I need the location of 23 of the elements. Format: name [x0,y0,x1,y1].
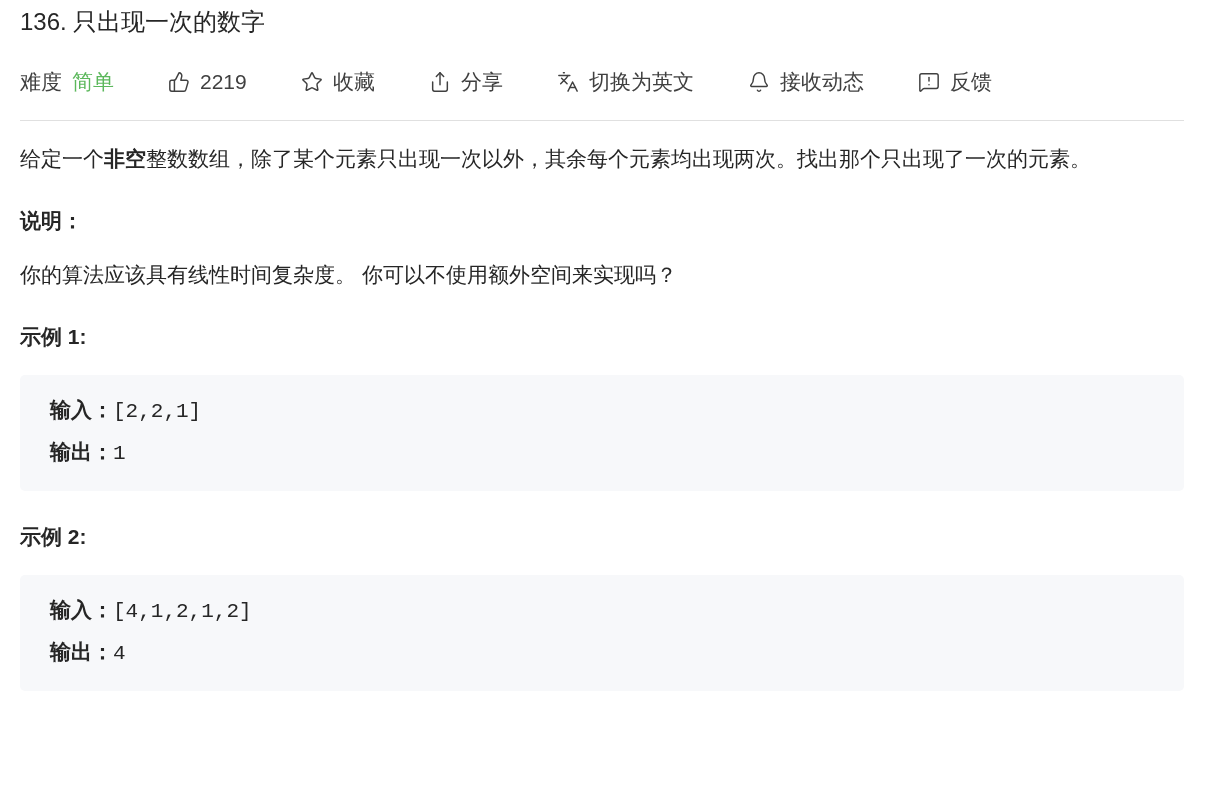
example-line: 输入：[2,2,1] [50,398,203,425]
section-heading: 示例 1: [20,324,88,350]
example-line: 输出：1 [50,440,127,467]
difficulty-label: 难度 [20,69,62,95]
example-line: 输入：[4,1,2,1,2] [50,598,253,625]
description-text: 给定一个非空整数数组，除了某个元素只出现一次以外，其余每个元素均出现两次。找出那个只出现了一次的元素。 [20,146,1092,172]
translate-button[interactable]: 切换为英文 [588,68,694,96]
share-button[interactable]: 分享 [460,68,503,96]
bell-button[interactable]: 接收动态 [779,68,864,96]
star-button[interactable]: 收藏 [332,68,375,96]
description-text: 你的算法应该具有线性时间复杂度。 你可以不使用额外空间来实现吗？ [20,262,678,288]
feedback-icon[interactable] [917,71,940,93]
section-heading: 示例 2: [20,524,88,550]
section-heading: 说明： [20,208,84,234]
thumbs-up-icon[interactable] [168,71,190,93]
difficulty-value: 简单 [72,69,114,95]
bell-icon[interactable] [747,71,770,93]
star-icon[interactable] [300,71,323,93]
feedback-button[interactable]: 反馈 [949,68,992,96]
translate-icon[interactable] [556,71,579,93]
example-line: 输出：4 [50,640,127,667]
like-button[interactable]: 2219 [200,70,247,94]
problem-title: 136. 只出现一次的数字 [20,7,267,37]
